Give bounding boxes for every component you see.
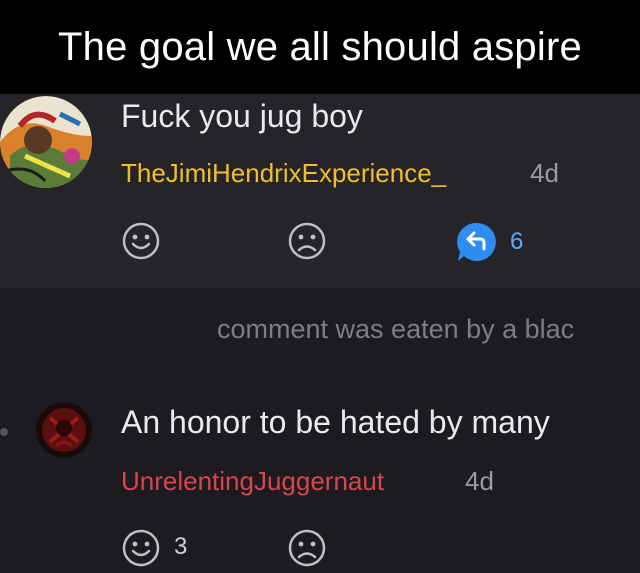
comment-age: 4d xyxy=(530,158,559,188)
avatar[interactable] xyxy=(0,96,92,188)
happy-face-icon[interactable] xyxy=(121,528,161,568)
thread-indicator-dot xyxy=(0,428,8,436)
comment-body: An honor to be hated by many xyxy=(121,404,550,440)
happy-face-icon[interactable] xyxy=(121,221,161,261)
meme-caption-bar: The goal we all should aspire xyxy=(0,0,640,94)
deleted-comment-notice: comment was eaten by a blac xyxy=(217,314,575,344)
reply-arrow-icon[interactable] xyxy=(456,221,498,263)
comment-body: Fuck you jug boy xyxy=(121,98,363,134)
comment-age: 4d xyxy=(465,466,494,496)
avatar[interactable] xyxy=(36,402,92,458)
comment-author[interactable]: TheJimiHendrixExperience_ xyxy=(121,158,446,189)
sad-face-icon[interactable] xyxy=(287,528,327,568)
reply-count: 6 xyxy=(510,228,524,255)
comment-author[interactable]: UnrelentingJuggernaut xyxy=(121,466,384,497)
caption-text: The goal we all should aspire xyxy=(58,24,582,69)
sad-face-icon[interactable] xyxy=(287,221,327,261)
upvote-count: 3 xyxy=(174,533,188,560)
